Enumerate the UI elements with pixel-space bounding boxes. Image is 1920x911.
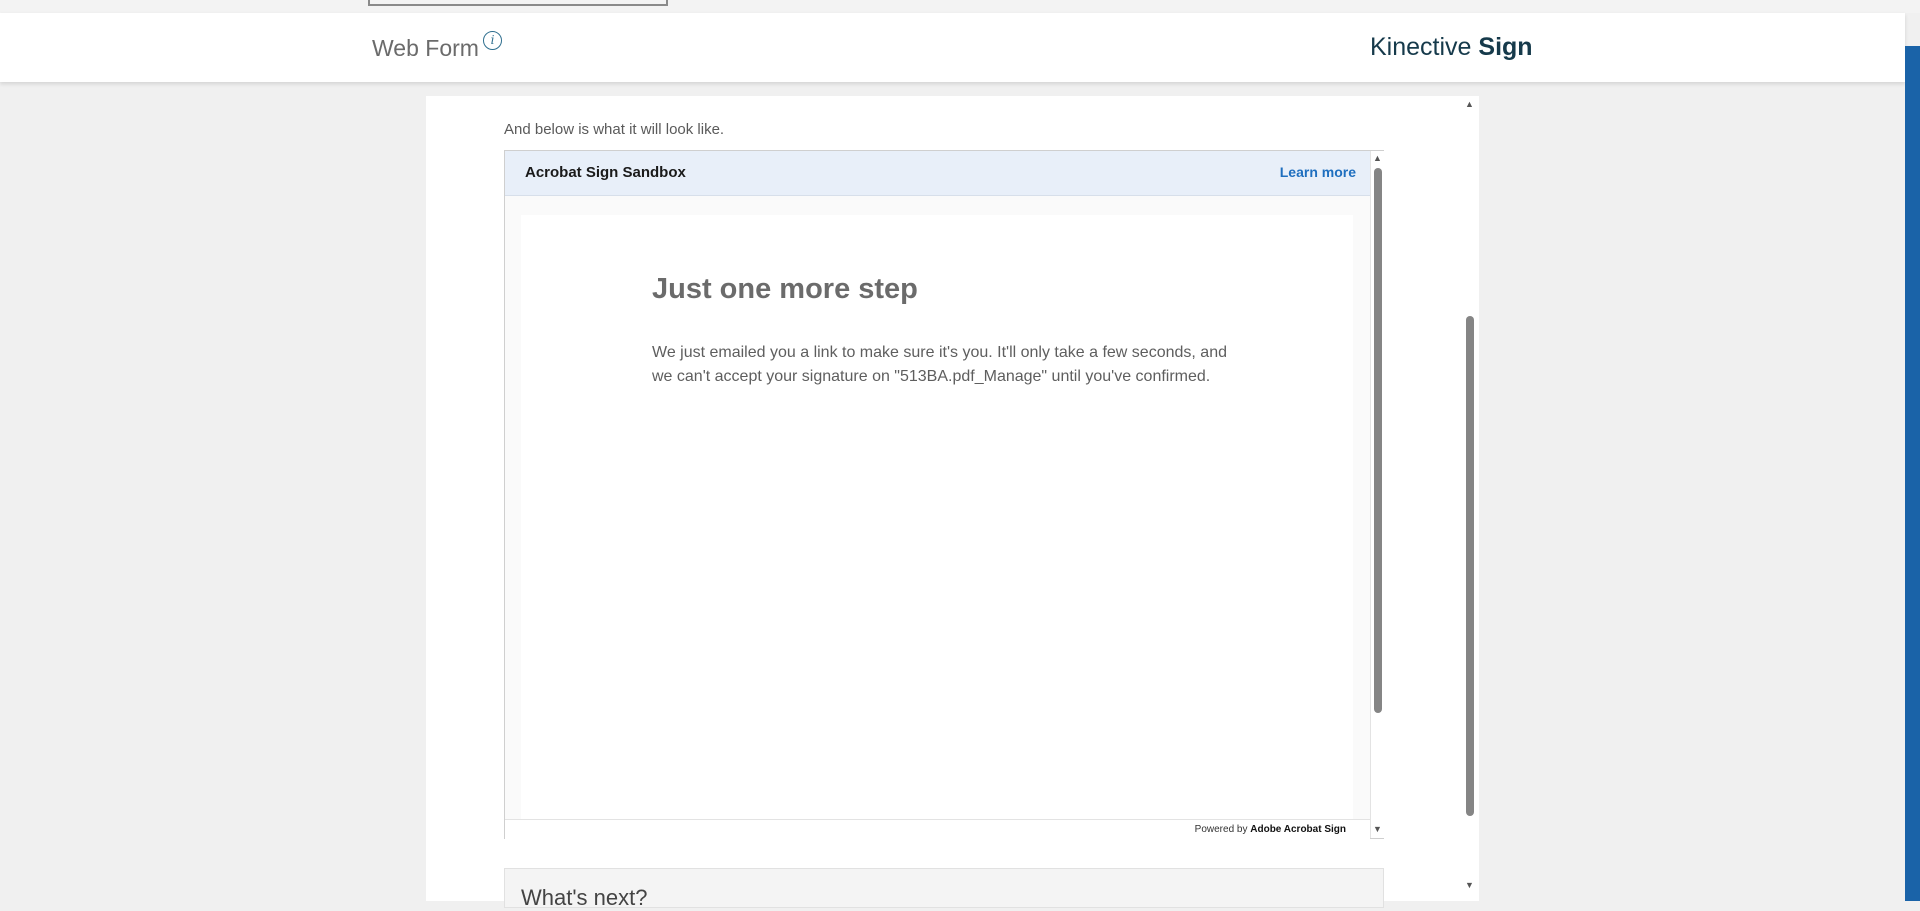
brand-logo: Kinective Sign (1370, 33, 1533, 62)
main-scroll-thumb[interactable] (1466, 316, 1474, 816)
right-accent-bar (1905, 46, 1920, 901)
preview-scrollbar[interactable]: ▲ ▼ (1370, 151, 1384, 838)
scroll-up-icon[interactable]: ▲ (1373, 153, 1382, 163)
info-icon[interactable]: i (483, 31, 502, 50)
brand-light: Kinective (1370, 33, 1472, 61)
powered-prefix: Powered by (1194, 824, 1248, 835)
browser-top-strip (0, 0, 1920, 13)
brand-bold: Sign (1478, 33, 1533, 61)
preview-body: We just emailed you a link to make sure … (652, 344, 1227, 385)
app-header: Web Form i Kinective Sign (0, 13, 1905, 82)
preview-scroll-thumb[interactable] (1374, 168, 1382, 713)
page-title: Web Form (372, 35, 479, 61)
top-strip-tab (368, 0, 668, 6)
whats-next-section: What's next? (504, 868, 1384, 910)
preview-frame-title: Acrobat Sign Sandbox (525, 164, 686, 181)
scroll-down-icon[interactable]: ▼ (1465, 880, 1474, 890)
powered-brand: Adobe Acrobat Sign (1250, 824, 1346, 835)
scroll-down-icon[interactable]: ▼ (1373, 824, 1382, 834)
intro-text: And below is what it will look like. (504, 121, 725, 138)
main-card: And below is what it will look like. Acr… (426, 96, 1479, 910)
preview-heading: Just one more step (652, 273, 918, 305)
preview-content-card: Just one more step We just emailed you a… (521, 215, 1353, 819)
main-scrollbar[interactable]: ▲ ▼ (1463, 96, 1477, 901)
whats-next-title: What's next? (521, 885, 648, 910)
preview-frame-header: Acrobat Sign Sandbox Learn more (505, 151, 1370, 196)
scroll-up-icon[interactable]: ▲ (1465, 99, 1474, 109)
preview-frame: Acrobat Sign Sandbox Learn more Just one… (504, 150, 1384, 839)
powered-by-text: Powered by Adobe Acrobat Sign (1195, 824, 1346, 835)
powered-by-bar: Powered by Adobe Acrobat Sign (505, 819, 1370, 839)
learn-more-link[interactable]: Learn more (1280, 164, 1356, 180)
